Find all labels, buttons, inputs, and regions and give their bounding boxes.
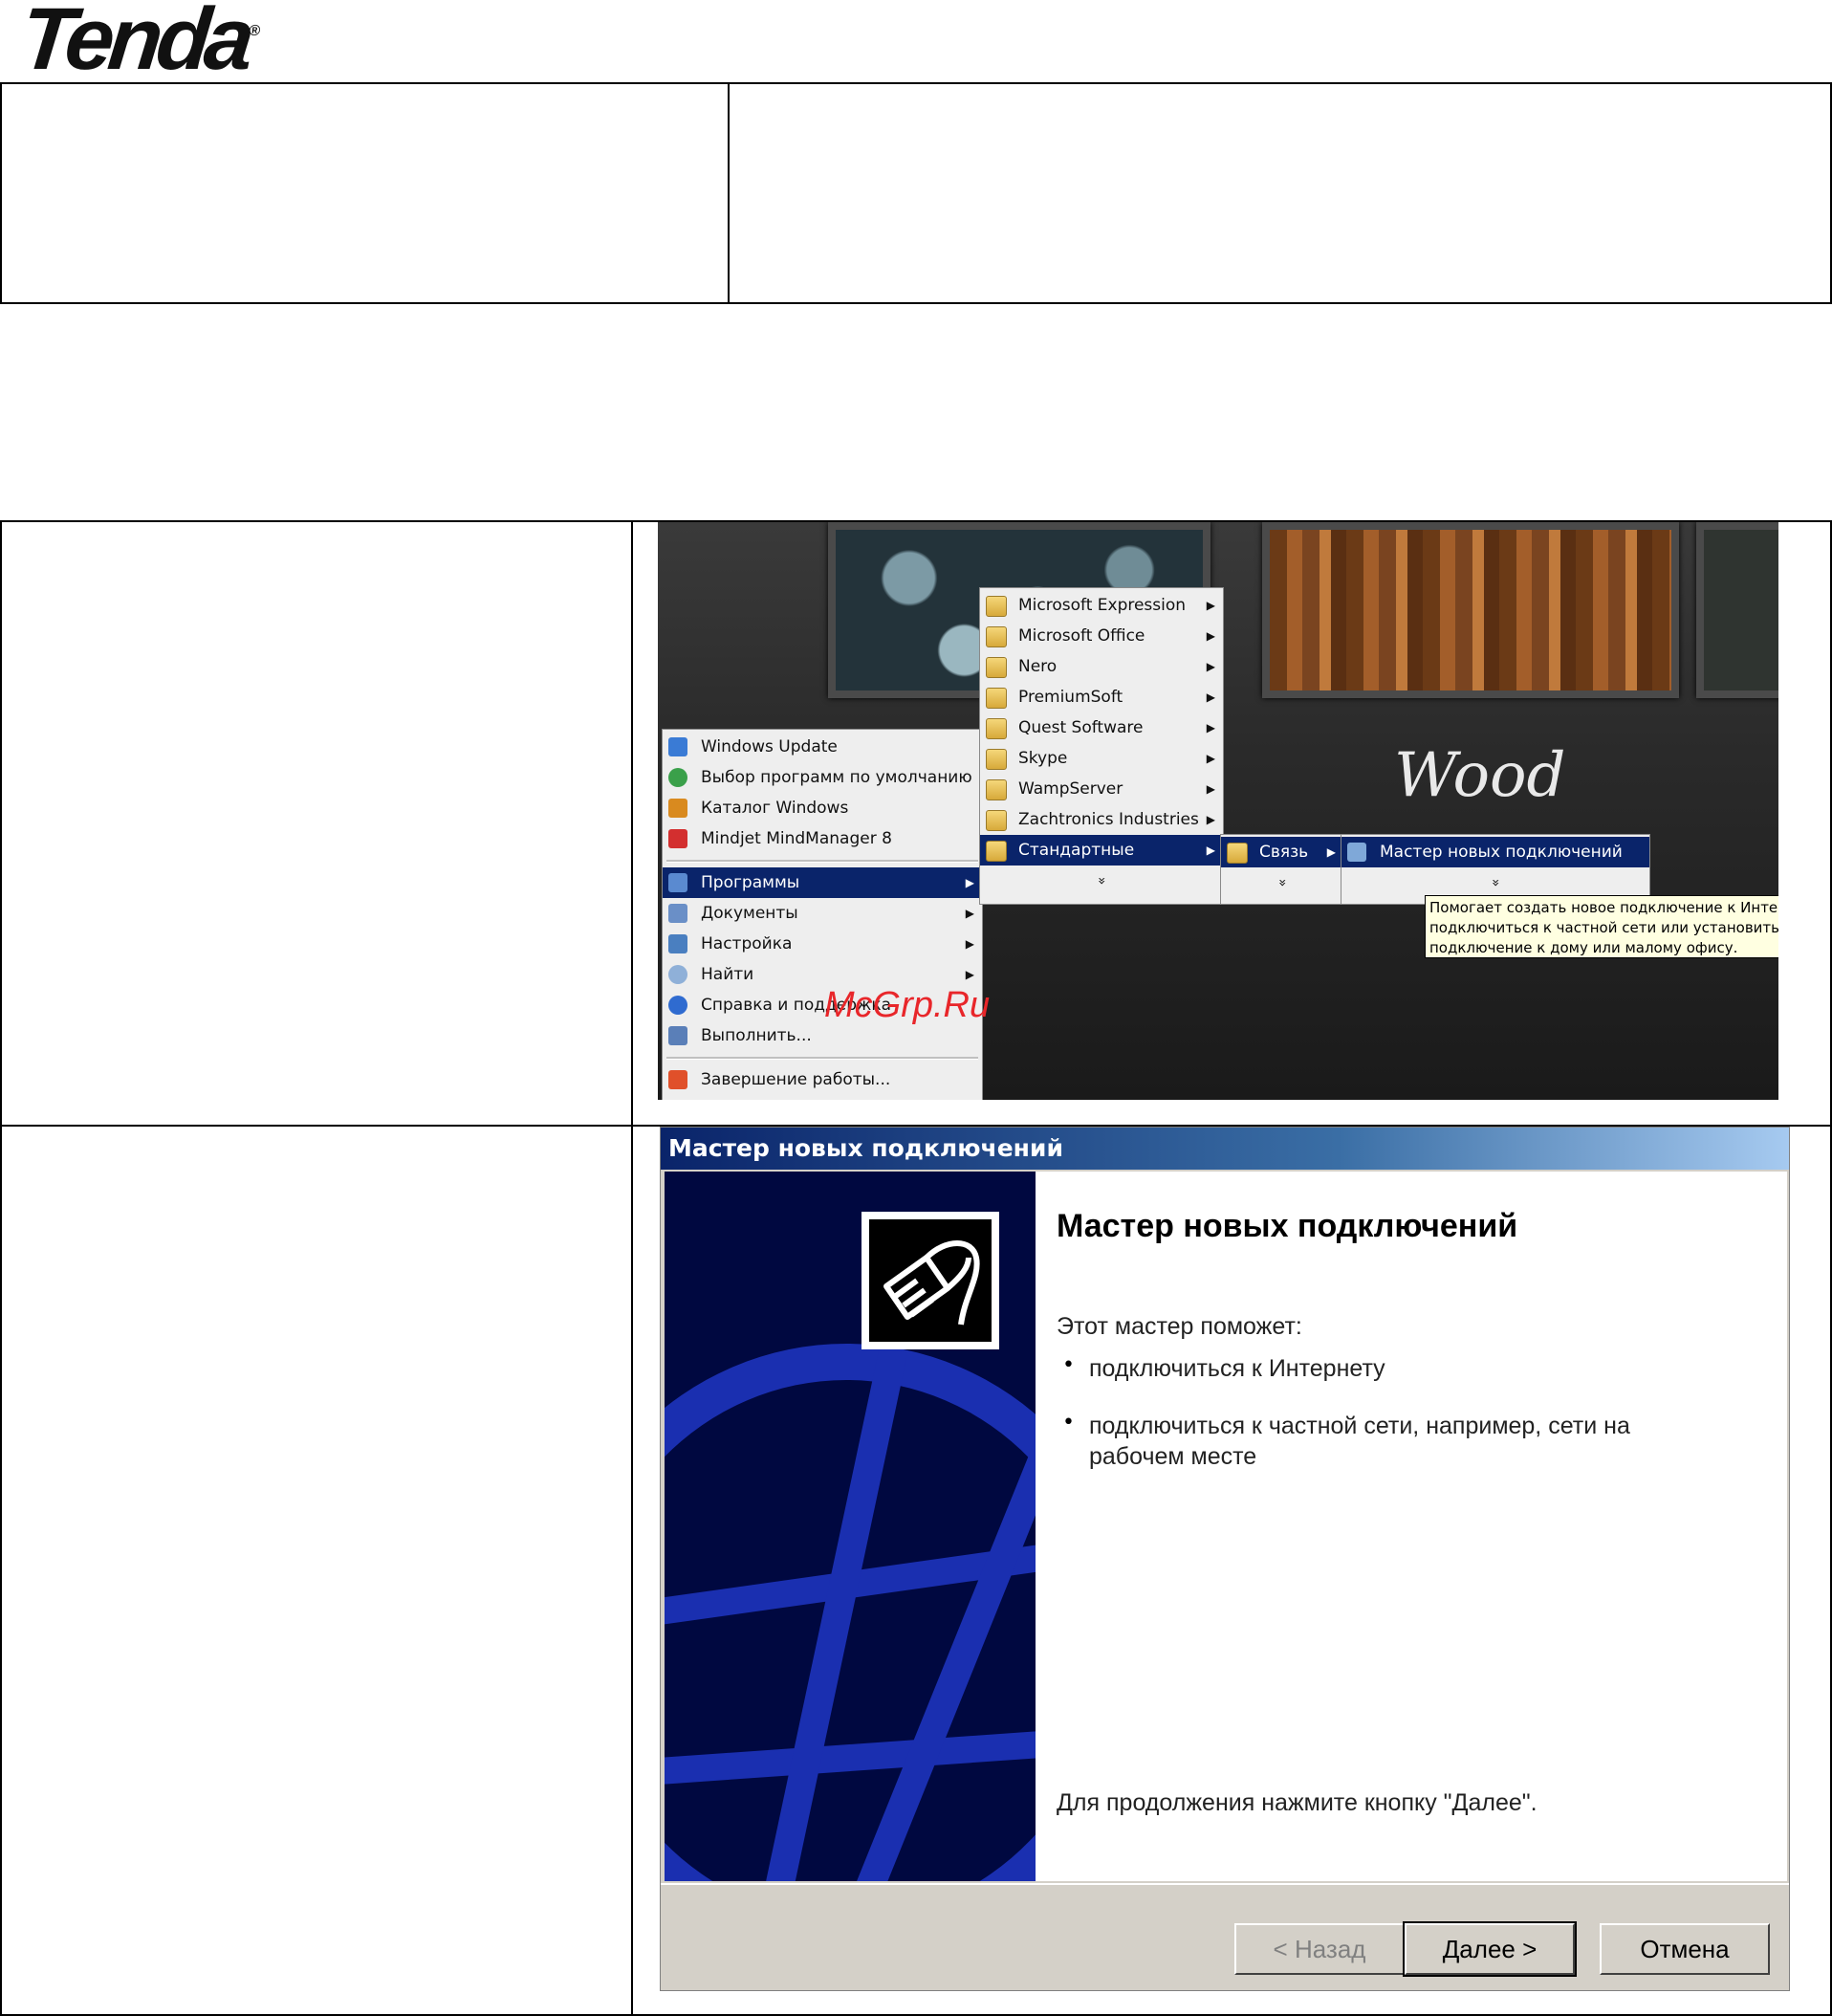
shutdown-icon bbox=[668, 1070, 687, 1089]
help-icon bbox=[668, 996, 687, 1015]
wizard-side-panel bbox=[665, 1172, 1036, 1881]
menu-item-default-programs[interactable]: Выбор программ по умолчанию bbox=[663, 762, 982, 793]
wizard-intro: Этот мастер поможет: bbox=[1057, 1313, 1302, 1340]
expand-more-icon[interactable]: » bbox=[1482, 729, 1509, 1037]
communications-submenu: Мастер новых подключений » bbox=[1341, 834, 1650, 905]
row2-left-cell bbox=[0, 1125, 633, 2016]
submenu-arrow-icon: ▶ bbox=[1206, 690, 1215, 704]
submenu-item-nero[interactable]: Nero ▶ bbox=[980, 651, 1223, 682]
expand-more-icon[interactable]: » bbox=[1088, 759, 1115, 1002]
top-table-right-cell bbox=[728, 82, 1832, 304]
menu-item-programs[interactable]: Программы ▶ bbox=[663, 867, 982, 898]
programs-submenu: Microsoft Expression ▶ Microsoft Office … bbox=[979, 587, 1224, 905]
menu-separator bbox=[666, 860, 978, 863]
folder-icon bbox=[986, 718, 1007, 739]
folder-icon bbox=[986, 626, 1007, 647]
default-programs-icon bbox=[668, 768, 687, 787]
wizard-footer-text: Для продолжения нажмите кнопку "Далее". bbox=[1057, 1789, 1538, 1816]
accessories-submenu: Связь ▶ » bbox=[1220, 834, 1344, 905]
windows-update-icon bbox=[668, 737, 687, 756]
submenu-arrow-icon: ▶ bbox=[965, 937, 974, 951]
folder-icon bbox=[986, 657, 1007, 678]
submenu-arrow-icon: ▶ bbox=[1206, 752, 1215, 765]
back-button[interactable]: < Назад bbox=[1234, 1923, 1405, 1975]
wizard-content: Мастер новых подключений Этот мастер пом… bbox=[1036, 1172, 1787, 1881]
programs-icon bbox=[668, 873, 687, 892]
tenda-logo: Tenda® bbox=[15, 0, 262, 88]
top-table-left-cell bbox=[0, 82, 730, 304]
wizard-tooltip: Помогает создать новое подключение к Инт… bbox=[1425, 895, 1778, 958]
dark-wallpaper-frame bbox=[1696, 522, 1778, 698]
network-cable-icon bbox=[861, 1212, 999, 1349]
bullet-icon: • bbox=[1062, 1411, 1075, 1435]
new-connection-wizard-window: Мастер новых подключений Мастер новых по… bbox=[660, 1127, 1790, 1991]
wood-wallpaper-frame bbox=[1262, 522, 1679, 698]
folder-icon bbox=[1227, 843, 1248, 864]
submenu-arrow-icon: ▶ bbox=[965, 907, 974, 920]
folder-icon bbox=[986, 779, 1007, 800]
mindmanager-icon bbox=[668, 829, 687, 848]
folder-icon bbox=[986, 841, 1007, 862]
wizard-button-bar: < Назад Далее > Отмена bbox=[661, 1883, 1789, 1990]
next-button[interactable]: Далее > bbox=[1403, 1921, 1577, 1977]
folder-icon bbox=[986, 688, 1007, 709]
wizard-bullet-internet: подключиться к Интернету bbox=[1089, 1355, 1385, 1382]
run-icon bbox=[668, 1026, 687, 1045]
wizard-heading: Мастер новых подключений bbox=[1057, 1208, 1518, 1244]
menu-item-documents[interactable]: Документы ▶ bbox=[663, 898, 982, 929]
submenu-item-microsoft-expression[interactable]: Microsoft Expression ▶ bbox=[980, 590, 1223, 621]
watermark: McGrp.Ru bbox=[824, 985, 991, 1025]
submenu-arrow-icon: ▶ bbox=[1206, 629, 1215, 643]
menu-item-mindmanager[interactable]: Mindjet MindManager 8 bbox=[663, 823, 982, 854]
submenu-item-microsoft-office[interactable]: Microsoft Office ▶ bbox=[980, 621, 1223, 651]
network-cable-icon-graphic bbox=[883, 1240, 980, 1326]
submenu-arrow-icon: ▶ bbox=[1206, 599, 1215, 612]
menu-item-shutdown[interactable]: Завершение работы... bbox=[663, 1064, 982, 1095]
documents-icon bbox=[668, 904, 687, 923]
submenu-item-premiumsoft[interactable]: PremiumSoft ▶ bbox=[980, 682, 1223, 712]
submenu-item-quest-software[interactable]: Quest Software ▶ bbox=[980, 712, 1223, 743]
menu-item-settings[interactable]: Настройка ▶ bbox=[663, 929, 982, 959]
folder-icon bbox=[986, 810, 1007, 831]
menu-item-windows-catalog[interactable]: Каталог Windows bbox=[663, 793, 982, 823]
start-menu: Windows Update Выбор программ по умолчан… bbox=[662, 729, 983, 1100]
folder-icon bbox=[986, 596, 1007, 617]
wizard-bullet-private-network-cont: рабочем месте bbox=[1089, 1443, 1257, 1470]
window-title-bar[interactable]: Мастер новых подключений bbox=[661, 1128, 1789, 1170]
folder-icon bbox=[986, 749, 1007, 770]
submenu-arrow-icon: ▶ bbox=[1206, 721, 1215, 734]
windows-catalog-icon bbox=[668, 799, 687, 818]
new-connection-wizard-icon bbox=[1347, 843, 1366, 862]
cancel-button[interactable]: Отмена bbox=[1600, 1923, 1770, 1975]
bullet-icon: • bbox=[1062, 1353, 1075, 1377]
submenu-arrow-icon: ▶ bbox=[1326, 845, 1336, 859]
menu-separator bbox=[666, 1057, 978, 1060]
expand-more-icon[interactable]: » bbox=[1269, 822, 1296, 944]
settings-icon bbox=[668, 934, 687, 953]
wizard-bullet-private-network: подключиться к частной сети, например, с… bbox=[1089, 1413, 1630, 1439]
search-icon bbox=[668, 965, 687, 984]
menu-item-windows-update[interactable]: Windows Update bbox=[663, 732, 982, 762]
submenu-arrow-icon: ▶ bbox=[1206, 844, 1215, 857]
row1-left-cell bbox=[0, 520, 633, 1127]
submenu-arrow-icon: ▶ bbox=[1206, 782, 1215, 796]
submenu-arrow-icon: ▶ bbox=[1206, 660, 1215, 673]
submenu-arrow-icon: ▶ bbox=[1206, 813, 1215, 826]
submenu-arrow-icon: ▶ bbox=[965, 876, 974, 889]
